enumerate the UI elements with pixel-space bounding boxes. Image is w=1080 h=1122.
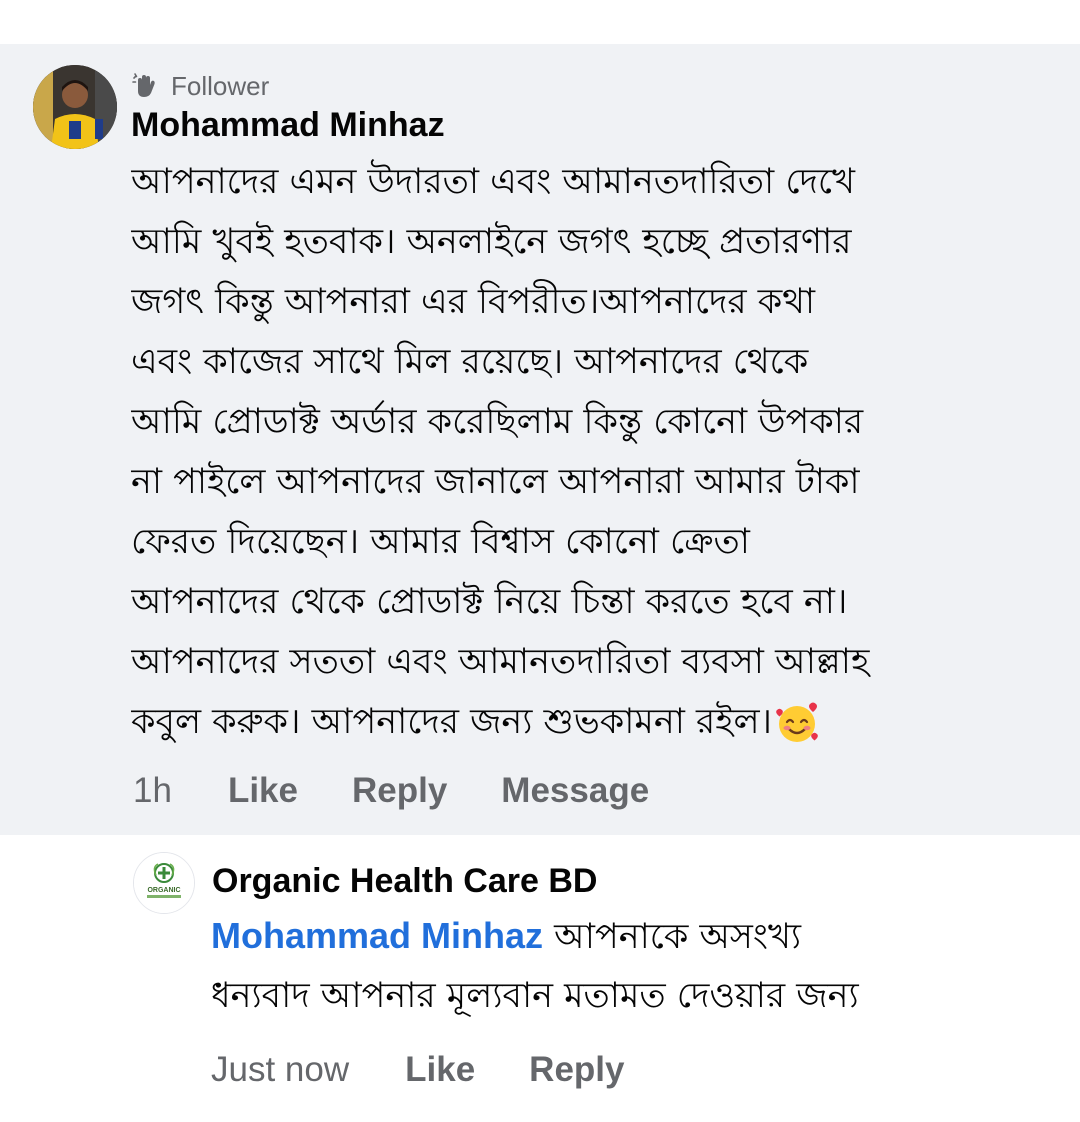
reply-timestamp[interactable]: Just now (211, 1050, 349, 1090)
waving-hand-icon (132, 73, 155, 97)
comment-line: আমি খুবই হতবাক। অনলাইনে জগৎ হচ্ছে প্রতার… (131, 222, 852, 262)
organic-logo-icon: ORGANIC (134, 853, 194, 913)
comment-line: আপনাদের থেকে প্রোডাক্ট নিয়ে চিন্তা করতে… (131, 582, 848, 622)
comment-author[interactable]: Mohammad Minhaz (131, 106, 445, 145)
comment-line: আপনাদের এমন উদারতা এবং আমানতদারিতা দেখে (131, 162, 855, 202)
logo-text: ORGANIC (147, 887, 180, 894)
comment-line: আমি প্রোডাক্ট অর্ডার করেছিলাম কিন্তু কোন… (131, 402, 864, 442)
mention-link[interactable]: Mohammad Minhaz (211, 915, 543, 956)
comment-line: এবং কাজের সাথে মিল রয়েছে। আপনাদের থেকে (131, 342, 809, 382)
avatar[interactable] (33, 65, 117, 149)
reply-button[interactable]: Reply (352, 771, 447, 811)
comment-line: জগৎ কিন্তু আপনারা এর বিপরীত।আপনাদের কথা (131, 282, 816, 322)
reply-like-button[interactable]: Like (405, 1050, 475, 1090)
reply-line: ধন্যবাদ আপনার মূল্যবান মতামত দেওয়ার জন্… (211, 976, 859, 1016)
like-button[interactable]: Like (228, 771, 298, 811)
reply-line: Mohammad Minhaz আপনাকে অসংখ্য (211, 906, 1071, 966)
reply-reply-button[interactable]: Reply (529, 1050, 624, 1090)
comment-line: না পাইলে আপনাদের জানালে আপনারা আমার টাকা (131, 462, 860, 502)
comment-line: কবুল করুক। আপনাদের জন্য শুভকামনা রইল। (131, 702, 773, 742)
comment-thread: Follower Mohammad Minhaz আপনাদের এমন উদা… (0, 0, 1080, 1122)
comment-timestamp[interactable]: 1h (133, 771, 172, 811)
comment-last-line: কবুল করুক। আপনাদের জন্য শুভকামনা রইল। (131, 692, 1061, 752)
badge-label: Follower (171, 70, 270, 101)
avatar-image (33, 65, 117, 149)
smiling-face-with-hearts-icon (776, 702, 818, 742)
reply-text: Mohammad Minhaz আপনাকে অসংখ্য ধন্যবাদ আপ… (211, 906, 1071, 1026)
comment-line: ফেরত দিয়েছেন। আমার বিশ্বাস কোনো ক্রেতা (131, 522, 750, 562)
comment-actions: 1h Like Reply Message (133, 766, 649, 816)
message-button[interactable]: Message (501, 771, 649, 811)
page-avatar[interactable]: ORGANIC (133, 852, 195, 914)
comment-text: আপনাদের এমন উদারতা এবং আমানতদারিতা দেখে … (131, 152, 1061, 752)
follower-badge: Follower (131, 68, 269, 104)
comment-line: আপনাদের সততা এবং আমানতদারিতা ব্যবসা আল্ল… (131, 642, 870, 682)
reply-actions: Just now Like Reply (211, 1045, 624, 1095)
reply-line-text: আপনাকে অসংখ্য (543, 917, 802, 957)
reply-author[interactable]: Organic Health Care BD (212, 862, 597, 901)
